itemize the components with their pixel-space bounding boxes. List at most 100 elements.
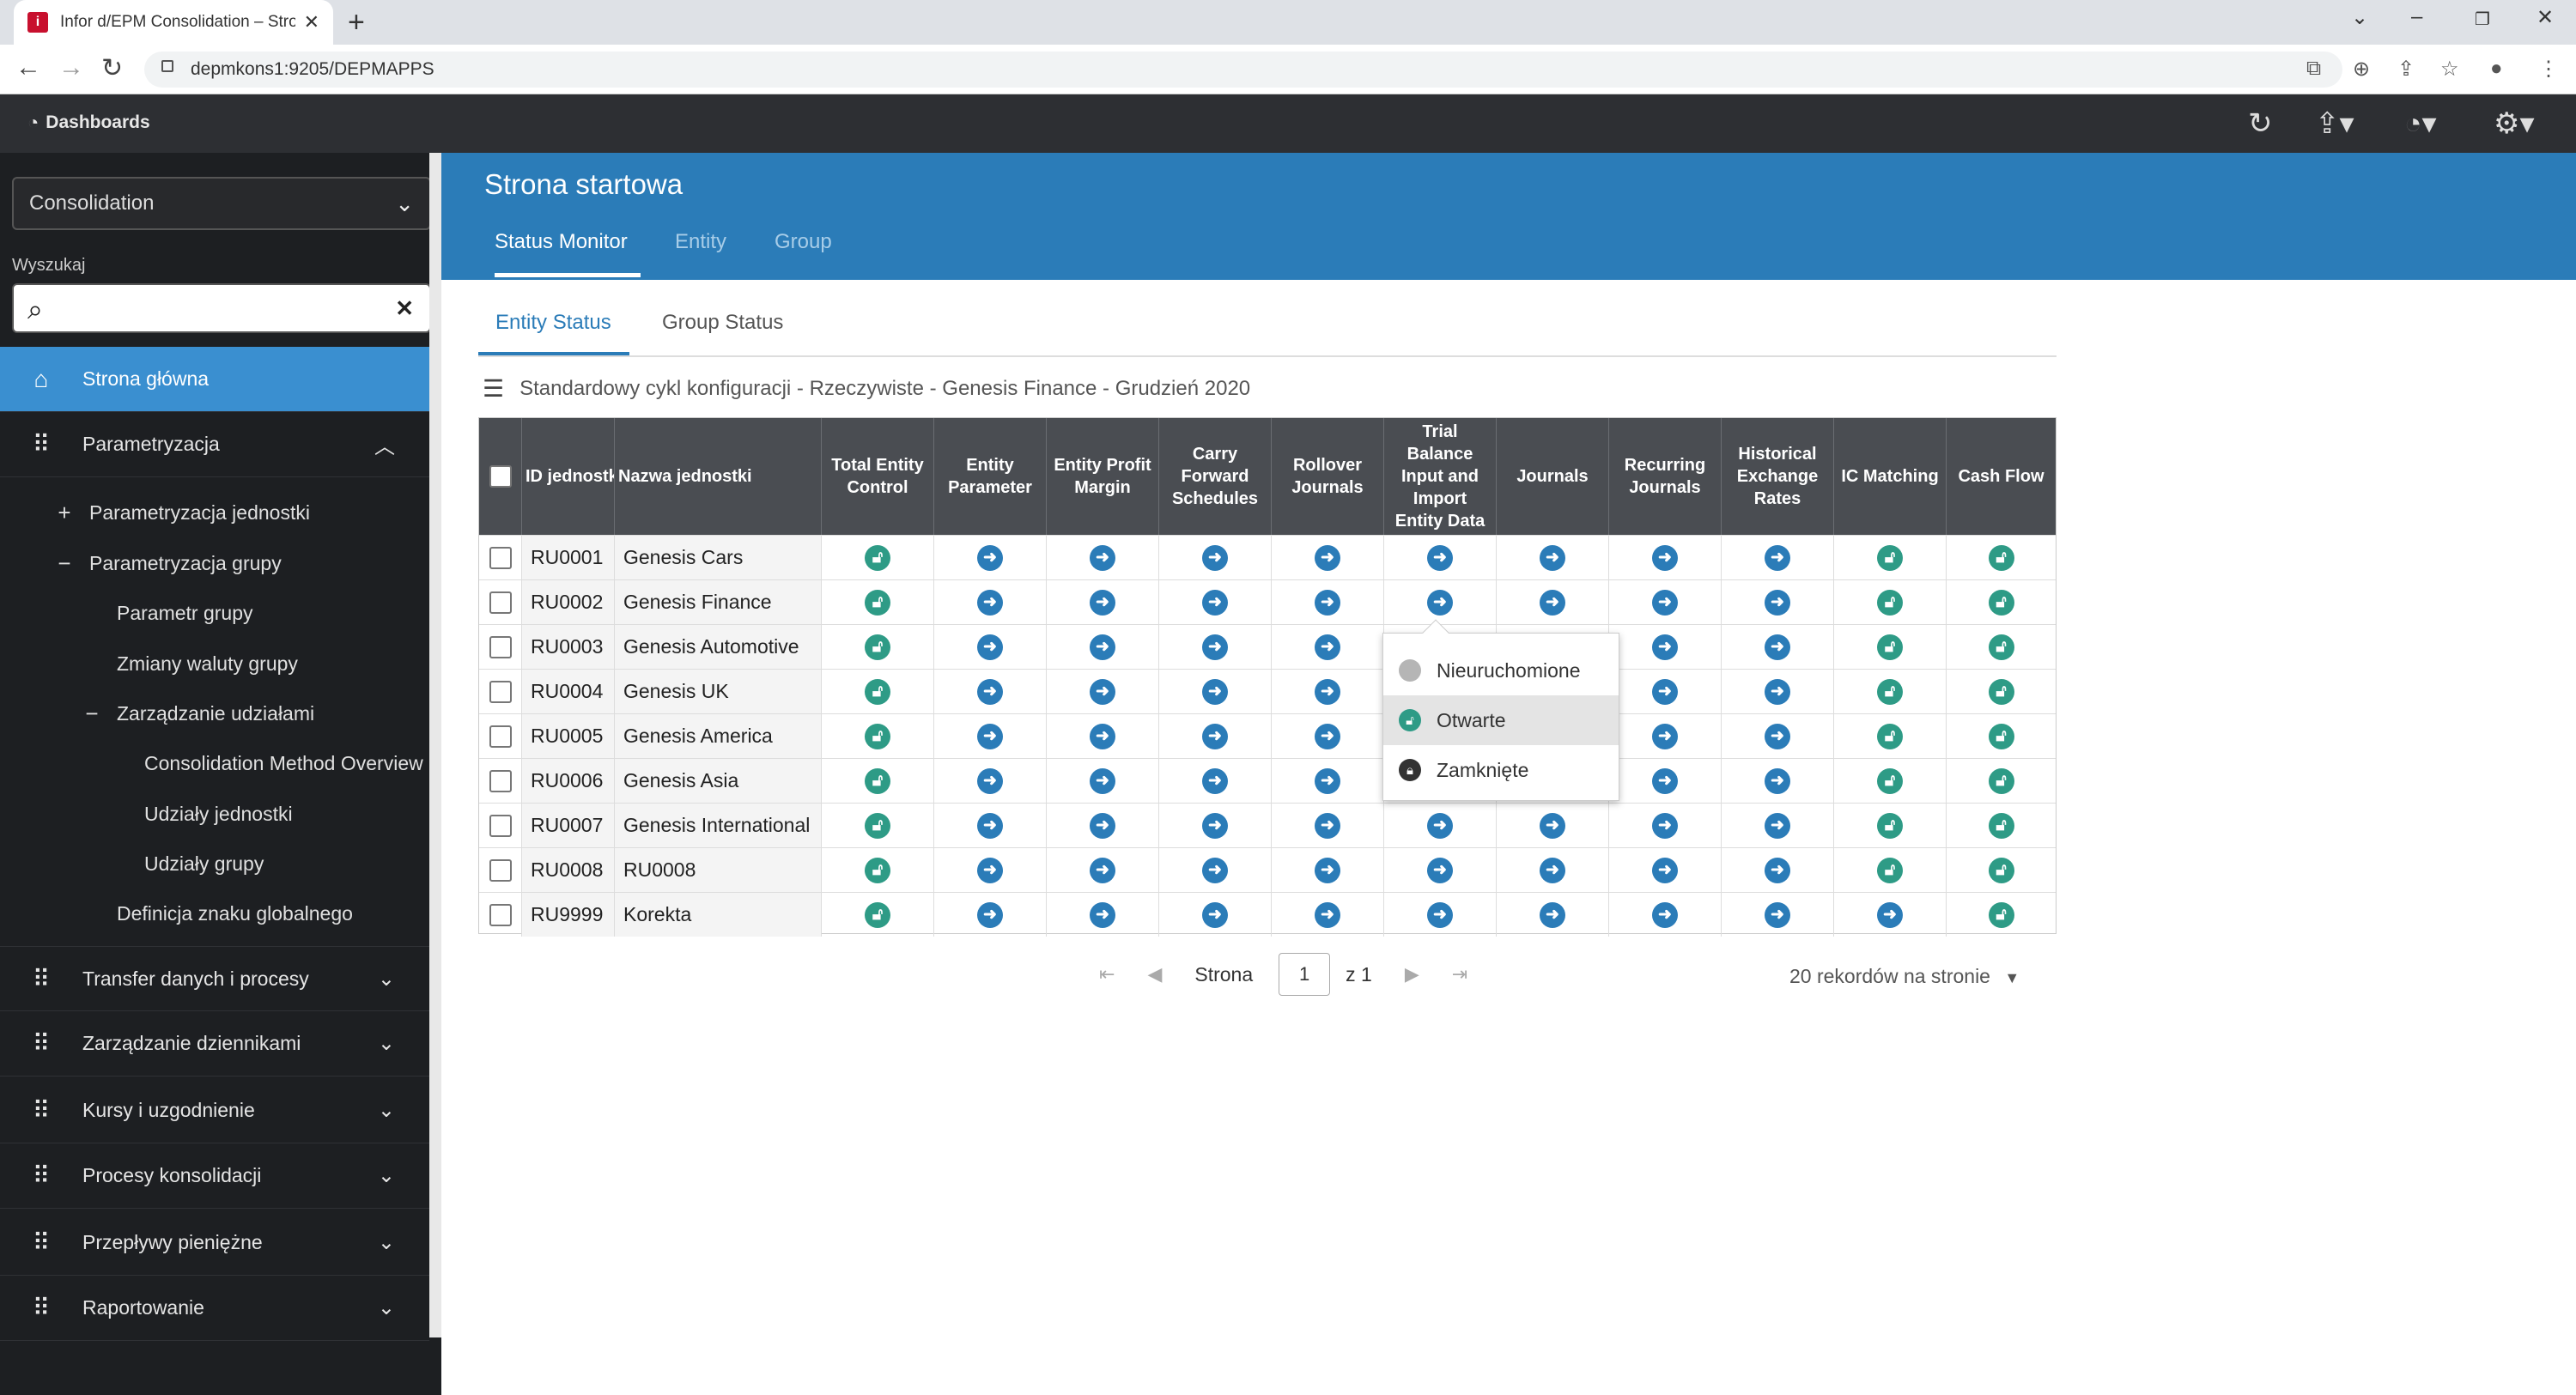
arrow-right-icon[interactable]: ➜ bbox=[1765, 634, 1790, 660]
open-lock-icon[interactable]: 🔓︎ bbox=[1988, 767, 2014, 794]
arrow-right-icon[interactable]: ➜ bbox=[1315, 901, 1340, 928]
sidebar-item-kursy[interactable]: ⠿ Kursy i uzgodnienie ⌄ bbox=[0, 1078, 429, 1143]
arrow-right-icon[interactable]: ➜ bbox=[1652, 723, 1678, 749]
open-lock-icon[interactable]: 🔓︎ bbox=[865, 544, 890, 571]
arrow-right-icon[interactable]: ➜ bbox=[1765, 857, 1790, 883]
open-lock-icon[interactable]: 🔓︎ bbox=[865, 678, 890, 705]
app-select[interactable]: Consolidation ⌄ bbox=[12, 177, 431, 230]
browser-menu-icon[interactable]: ⋮ bbox=[2538, 57, 2559, 82]
refresh-icon[interactable]: ↻ bbox=[2248, 106, 2273, 141]
arrow-right-icon[interactable]: ➜ bbox=[1427, 589, 1453, 616]
arrow-right-icon[interactable]: ➜ bbox=[977, 767, 1003, 794]
next-page-icon[interactable]: ▶ bbox=[1405, 963, 1419, 986]
sidebar-subitem-param-jedn[interactable]: + Parametryzacja jednostki bbox=[0, 488, 429, 537]
arrow-right-icon[interactable]: ➜ bbox=[1427, 544, 1453, 571]
arrow-right-icon[interactable]: ➜ bbox=[977, 901, 1003, 928]
arrow-right-icon[interactable]: ➜ bbox=[1427, 812, 1453, 839]
tab-status-monitor[interactable]: Status Monitor bbox=[495, 230, 628, 254]
column-header-journals[interactable]: Journals bbox=[1497, 418, 1609, 535]
column-header-name[interactable]: Nazwa jednostki bbox=[615, 418, 822, 535]
sidebar-item-transfer[interactable]: ⠿ Transfer danych i procesy ⌄ bbox=[0, 946, 429, 1011]
open-lock-icon[interactable]: 🔓︎ bbox=[1877, 723, 1903, 749]
row-checkbox[interactable] bbox=[489, 858, 512, 882]
last-page-icon[interactable]: ⇥ bbox=[1452, 963, 1467, 986]
settings-gear-icon[interactable]: ⚙▾ bbox=[2494, 106, 2535, 141]
bookmark-star-icon[interactable]: ☆ bbox=[2440, 57, 2459, 82]
column-header-id[interactable]: ID jednostki bbox=[522, 418, 615, 535]
table-row[interactable]: RU0006 Genesis Asia 🔓︎ ➜ ➜ ➜ ➜ ➜ ➜ 🔓︎ 🔓︎ bbox=[479, 758, 2056, 803]
column-header-entity-profit-margin[interactable]: Entity Profit Margin bbox=[1047, 418, 1159, 535]
column-header-historical-rates[interactable]: Historical Exchange Rates bbox=[1722, 418, 1834, 535]
arrow-right-icon[interactable]: ➜ bbox=[1765, 544, 1790, 571]
sidebar-item-home[interactable]: ⌂ Strona główna bbox=[0, 347, 429, 412]
sidebar-item-parametryzacja[interactable]: ⠿ Parametryzacja ︿ bbox=[0, 412, 429, 477]
arrow-right-icon[interactable]: ➜ bbox=[1652, 589, 1678, 616]
open-lock-icon[interactable]: 🔓︎ bbox=[1988, 857, 2014, 883]
arrow-right-icon[interactable]: ➜ bbox=[1090, 589, 1115, 616]
row-checkbox[interactable] bbox=[489, 725, 512, 748]
arrow-right-icon[interactable]: ➜ bbox=[1202, 544, 1228, 571]
open-lock-icon[interactable]: 🔓︎ bbox=[1877, 812, 1903, 839]
open-lock-icon[interactable]: 🔓︎ bbox=[865, 723, 890, 749]
first-page-icon[interactable]: ⇤ bbox=[1099, 963, 1115, 986]
table-row[interactable]: RU0005 Genesis America 🔓︎ ➜ ➜ ➜ ➜ ➜ ➜ 🔓︎ 🔓︎ bbox=[479, 713, 2056, 758]
arrow-right-icon[interactable]: ➜ bbox=[977, 678, 1003, 705]
arrow-right-icon[interactable]: ➜ bbox=[1090, 901, 1115, 928]
arrow-right-icon[interactable]: ➜ bbox=[1652, 901, 1678, 928]
tab-search-icon[interactable]: ⌄ bbox=[2351, 5, 2368, 30]
arrow-right-icon[interactable]: ➜ bbox=[1540, 544, 1565, 571]
open-lock-icon[interactable]: 🔓︎ bbox=[865, 812, 890, 839]
open-lock-icon[interactable]: 🔓︎ bbox=[1877, 544, 1903, 571]
arrow-right-icon[interactable]: ➜ bbox=[1652, 767, 1678, 794]
open-lock-icon[interactable]: 🔓︎ bbox=[1988, 812, 2014, 839]
arrow-right-icon[interactable]: ➜ bbox=[1315, 634, 1340, 660]
column-header-cash-flow[interactable]: Cash Flow bbox=[1947, 418, 2056, 535]
arrow-right-icon[interactable]: ➜ bbox=[1540, 901, 1565, 928]
clear-search-icon[interactable]: ✕ bbox=[395, 295, 414, 322]
arrow-right-icon[interactable]: ➜ bbox=[1765, 678, 1790, 705]
arrow-right-icon[interactable]: ➜ bbox=[1877, 901, 1903, 928]
tab-group-status[interactable]: Group Status bbox=[662, 311, 783, 335]
open-lock-icon[interactable]: 🔓︎ bbox=[1877, 857, 1903, 883]
row-checkbox[interactable] bbox=[489, 903, 512, 926]
search-input[interactable]: ⌕ ✕ bbox=[12, 283, 431, 333]
arrow-right-icon[interactable]: ➜ bbox=[1315, 544, 1340, 571]
open-lock-icon[interactable]: 🔓︎ bbox=[865, 634, 890, 660]
arrow-right-icon[interactable]: ➜ bbox=[1202, 589, 1228, 616]
open-lock-icon[interactable]: 🔓︎ bbox=[1877, 767, 1903, 794]
arrow-right-icon[interactable]: ➜ bbox=[1090, 723, 1115, 749]
option-open[interactable]: 🔓︎ Otwarte bbox=[1383, 695, 1619, 745]
minimize-icon[interactable]: – bbox=[2411, 5, 2422, 29]
arrow-right-icon[interactable]: ➜ bbox=[1090, 767, 1115, 794]
column-header-entity-parameter[interactable]: Entity Parameter bbox=[934, 418, 1047, 535]
open-lock-icon[interactable]: 🔓︎ bbox=[1988, 589, 2014, 616]
sidebar-subitem-zmiany-waluty[interactable]: Zmiany waluty grupy bbox=[0, 639, 429, 688]
table-row[interactable]: RU0003 Genesis Automotive 🔓︎ ➜ ➜ ➜ ➜ ➜ ➜ 🔓︎ 🔓︎ bbox=[479, 624, 2056, 669]
url-field[interactable]: depmkons1:9205/DEPMAPPS bbox=[144, 52, 2342, 88]
column-header-recurring-journals[interactable]: Recurring Journals bbox=[1609, 418, 1722, 535]
arrow-right-icon[interactable]: ➜ bbox=[1202, 634, 1228, 660]
arrow-right-icon[interactable]: ➜ bbox=[1652, 857, 1678, 883]
browser-tab[interactable]: i Infor d/EPM Consolidation – Strona ✕ bbox=[14, 0, 333, 45]
prev-page-icon[interactable]: ◀ bbox=[1147, 963, 1162, 986]
tab-entity-status[interactable]: Entity Status bbox=[495, 311, 611, 335]
sidebar-subitem-parametr-grupy[interactable]: Parametr grupy bbox=[0, 588, 429, 638]
arrow-right-icon[interactable]: ➜ bbox=[1090, 678, 1115, 705]
table-row[interactable]: RU0004 Genesis UK 🔓︎ ➜ ➜ ➜ ➜ ➜ ➜ 🔓︎ 🔓︎ bbox=[479, 669, 2056, 713]
reload-icon[interactable]: ↻ bbox=[101, 53, 123, 83]
tab-group[interactable]: Group bbox=[775, 230, 832, 254]
row-checkbox[interactable] bbox=[489, 635, 512, 658]
column-header-rollover-journals[interactable]: Rollover Journals bbox=[1272, 418, 1384, 535]
arrow-right-icon[interactable]: ➜ bbox=[1765, 589, 1790, 616]
zoom-icon[interactable]: ⊕ bbox=[2353, 57, 2370, 82]
page-input[interactable]: 1 bbox=[1279, 953, 1331, 996]
arrow-right-icon[interactable]: ➜ bbox=[977, 723, 1003, 749]
arrow-right-icon[interactable]: ➜ bbox=[1202, 767, 1228, 794]
column-header-trial-balance[interactable]: Trial Balance Input and Import Entity Da… bbox=[1384, 418, 1497, 535]
open-lock-icon[interactable]: 🔓︎ bbox=[1988, 634, 2014, 660]
arrow-right-icon[interactable]: ➜ bbox=[1540, 812, 1565, 839]
sidebar-scrollbar[interactable] bbox=[429, 153, 441, 1337]
close-tab-icon[interactable]: ✕ bbox=[304, 11, 319, 33]
open-lock-icon[interactable]: 🔓︎ bbox=[865, 901, 890, 928]
arrow-right-icon[interactable]: ➜ bbox=[1765, 812, 1790, 839]
